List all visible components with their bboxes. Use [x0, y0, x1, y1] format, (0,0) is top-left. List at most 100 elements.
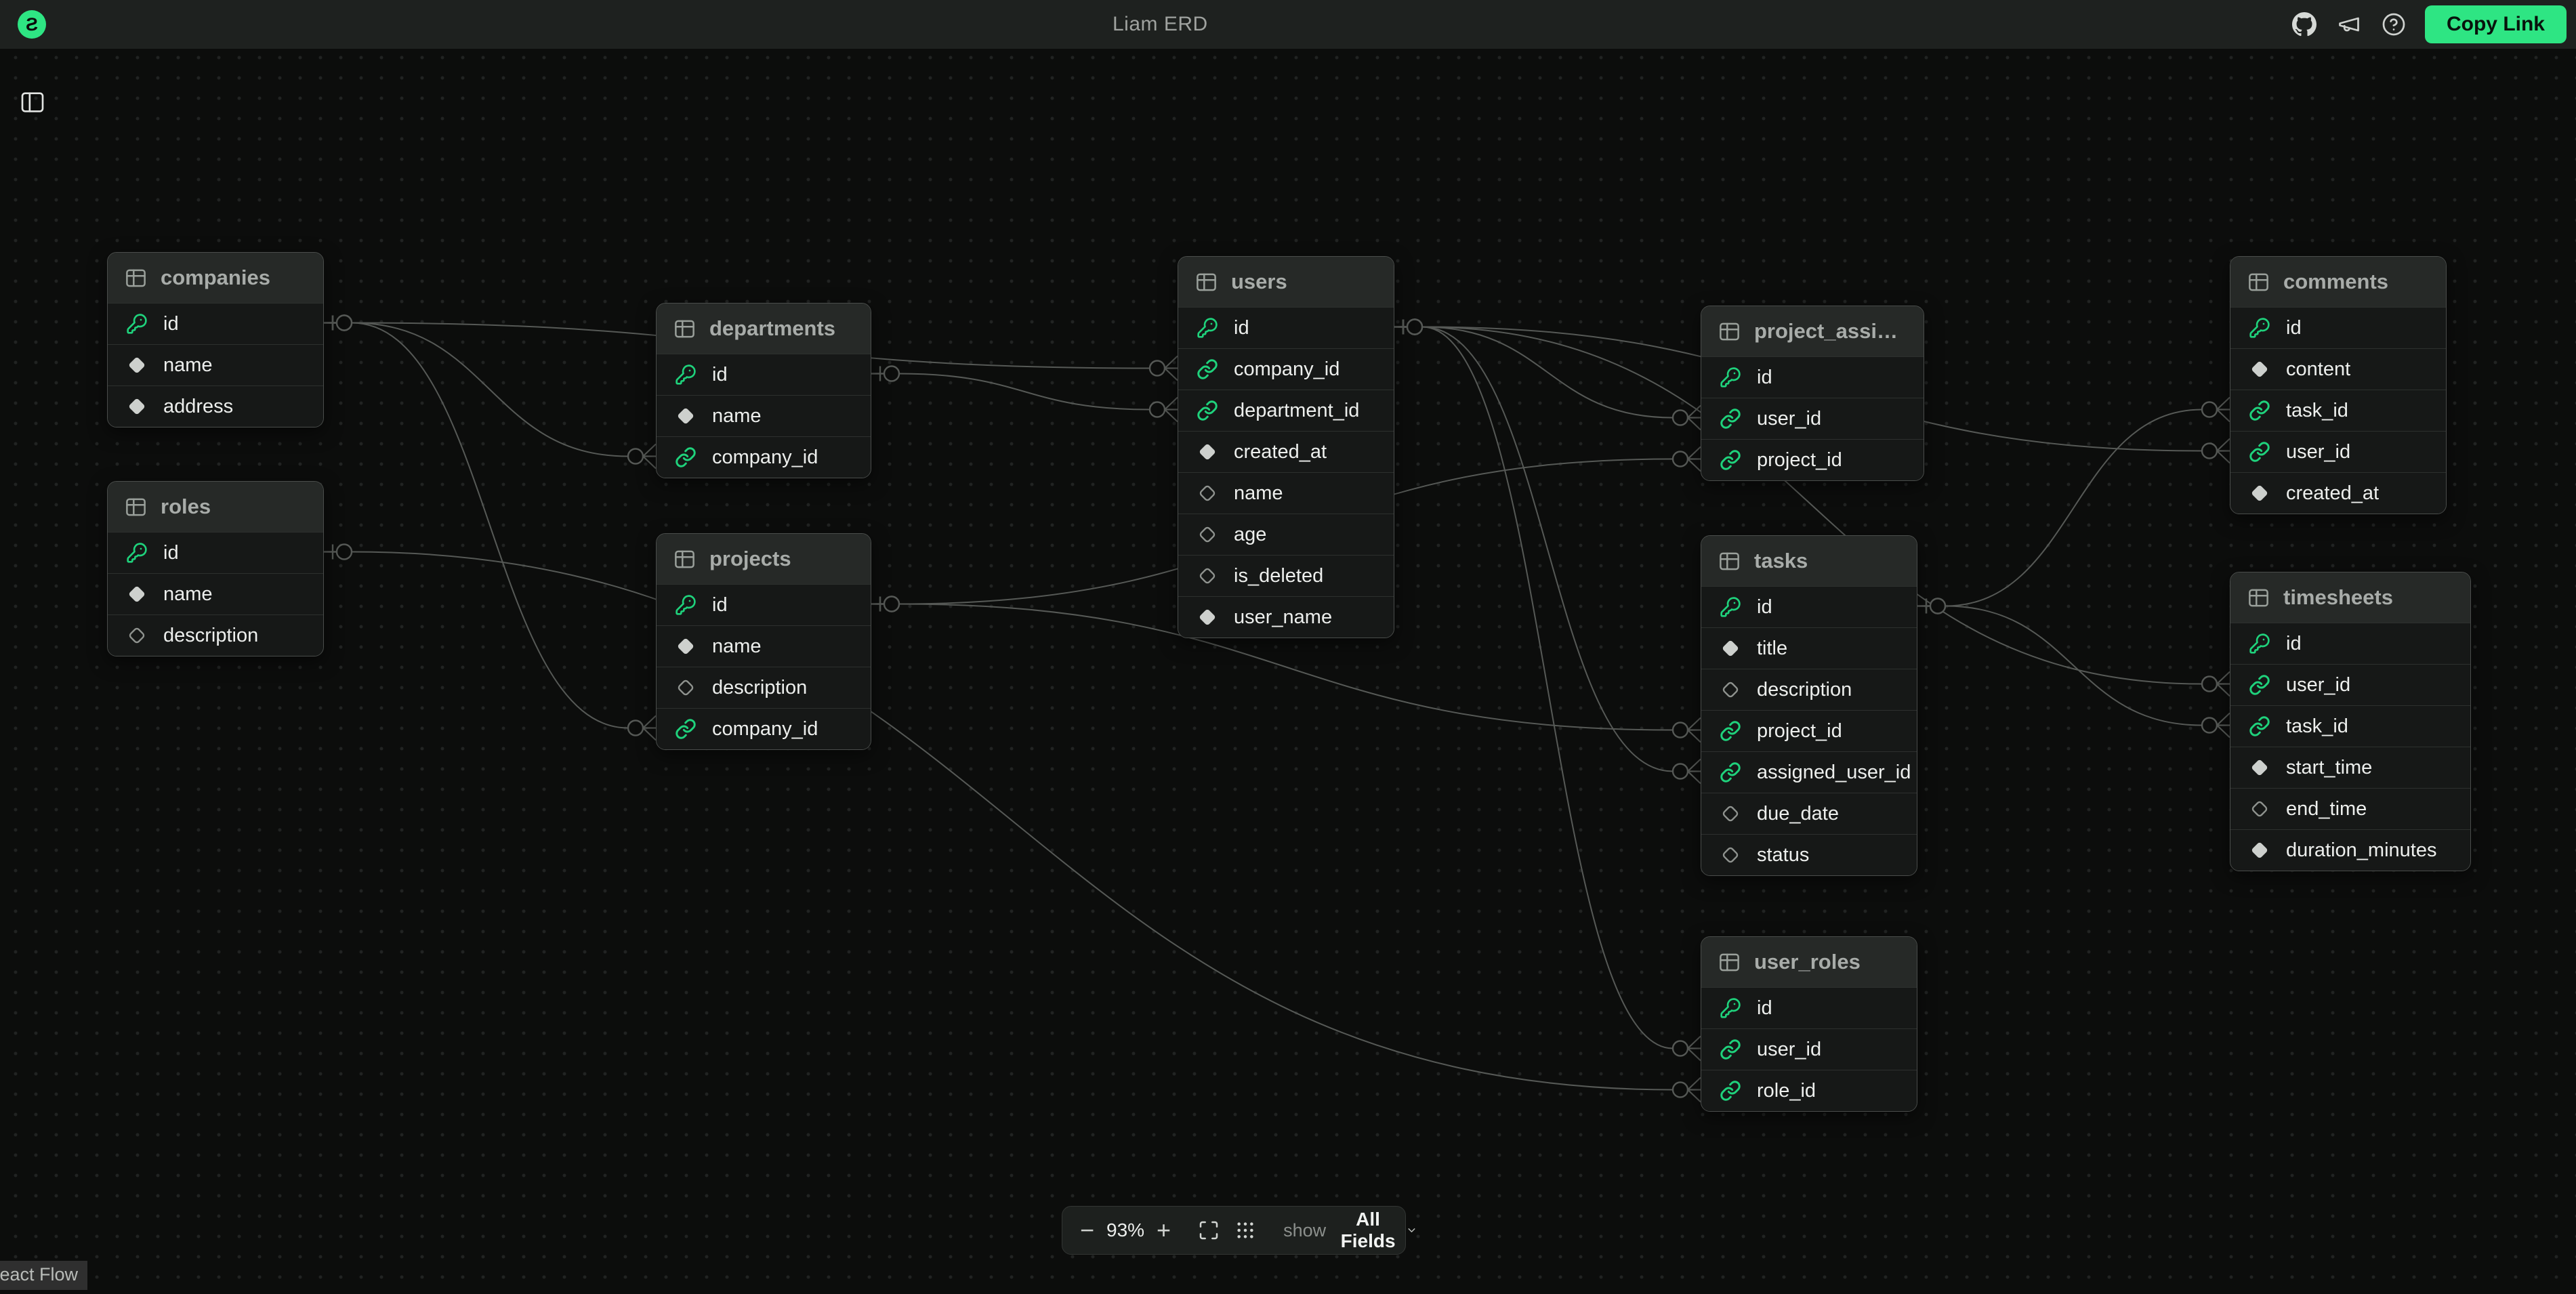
field-row-roles-name[interactable]: name — [108, 573, 323, 614]
field-row-departments-name[interactable]: name — [657, 395, 871, 436]
table-title: comments — [2283, 270, 2388, 294]
table-node-roles[interactable]: rolesidnamedescription — [107, 481, 324, 656]
table-header[interactable]: tasks — [1701, 536, 1917, 586]
table-header[interactable]: comments — [2230, 257, 2446, 307]
table-header[interactable]: user_roles — [1701, 937, 1917, 987]
field-label: status — [1757, 844, 1809, 867]
field-label: start_time — [2286, 757, 2372, 779]
field-row-tasks-id[interactable]: id — [1701, 586, 1917, 627]
field-row-tasks-project_id[interactable]: project_id — [1701, 710, 1917, 751]
table-header[interactable]: users — [1178, 257, 1394, 307]
field-row-timesheets-start_time[interactable]: start_time — [2230, 747, 2470, 788]
field-row-user_roles-user_id[interactable]: user_id — [1701, 1028, 1917, 1070]
field-row-tasks-due_date[interactable]: due_date — [1701, 793, 1917, 834]
field-row-comments-id[interactable]: id — [2230, 307, 2446, 348]
field-row-projects-description[interactable]: description — [657, 667, 871, 708]
table-node-departments[interactable]: departments idnamecompany_id — [656, 303, 871, 478]
liam-logo[interactable]: Ƨ — [18, 10, 46, 39]
diamond-filled-icon — [1720, 638, 1741, 659]
table-header[interactable]: companies — [108, 253, 323, 303]
react-flow-attribution[interactable]: React Flow — [0, 1261, 87, 1290]
field-row-project_assignments-user_id[interactable]: user_id — [1701, 398, 1924, 439]
copy-link-button[interactable]: Copy Link — [2425, 5, 2567, 43]
field-row-comments-task_id[interactable]: task_id — [2230, 390, 2446, 431]
zoom-out-button[interactable]: − — [1080, 1217, 1094, 1244]
field-label: id — [163, 313, 179, 335]
diamond-outline-icon — [1720, 844, 1741, 866]
table-icon — [1718, 549, 1741, 573]
field-label: role_id — [1757, 1080, 1816, 1102]
table-title: departments — [709, 316, 835, 341]
table-node-tasks[interactable]: tasksidtitledescriptionproject_idassigne… — [1701, 535, 1917, 876]
field-row-users-name[interactable]: name — [1178, 472, 1394, 514]
field-row-comments-user_id[interactable]: user_id — [2230, 431, 2446, 472]
field-row-projects-name[interactable]: name — [657, 625, 871, 667]
field-row-users-is_deleted[interactable]: is_deleted — [1178, 555, 1394, 596]
field-row-comments-created_at[interactable]: created_at — [2230, 472, 2446, 514]
announcements-button[interactable] — [2335, 11, 2363, 38]
table-header[interactable]: roles — [108, 482, 323, 532]
fields-filter-dropdown[interactable]: All Fields — [1338, 1209, 1417, 1252]
app-header: Ƨ Liam ERD Copy Link — [0, 0, 2576, 49]
github-button[interactable] — [2291, 11, 2318, 38]
erd-canvas[interactable]: companiesidnameaddressrolesidnamedescrip… — [0, 0, 2576, 1294]
field-row-users-id[interactable]: id — [1178, 307, 1394, 348]
field-row-companies-address[interactable]: address — [108, 385, 323, 427]
field-label: is_deleted — [1234, 565, 1323, 587]
diamond-filled-icon — [675, 635, 697, 657]
table-node-user_roles[interactable]: user_rolesiduser_id role_id — [1701, 936, 1917, 1112]
field-row-timesheets-duration_minutes[interactable]: duration_minutes — [2230, 829, 2470, 871]
table-node-project_assignments[interactable]: project_assignmentsiduser_idproject_id — [1701, 306, 1924, 481]
table-title: user_roles — [1754, 950, 1861, 974]
field-row-timesheets-task_id[interactable]: task_id — [2230, 705, 2470, 747]
field-row-timesheets-end_time[interactable]: end_time — [2230, 788, 2470, 829]
field-row-users-created_at[interactable]: created_at — [1178, 431, 1394, 472]
link-icon — [2249, 674, 2270, 696]
table-header[interactable]: project_assignments — [1701, 306, 1924, 356]
field-label: created_at — [2286, 482, 2379, 505]
field-row-users-company_id[interactable]: company_id — [1178, 348, 1394, 390]
field-label: name — [1234, 482, 1283, 505]
field-row-timesheets-user_id[interactable]: user_id — [2230, 664, 2470, 705]
field-row-projects-id[interactable]: id — [657, 584, 871, 625]
field-row-roles-description[interactable]: description — [108, 614, 323, 656]
field-row-timesheets-id[interactable]: id — [2230, 623, 2470, 664]
table-title: timesheets — [2283, 585, 2393, 610]
field-label: user_id — [2286, 441, 2350, 463]
field-row-departments-id[interactable]: id — [657, 354, 871, 395]
zoom-in-button[interactable]: + — [1157, 1217, 1171, 1244]
table-node-users[interactable]: usersidcompany_iddepartment_idcreated_at… — [1178, 256, 1394, 638]
table-node-timesheets[interactable]: timesheets iduser_idtask_id start_time end_… — [2230, 572, 2471, 871]
field-row-user_roles-role_id[interactable]: role_id — [1701, 1070, 1917, 1111]
table-node-projects[interactable]: projectsidnamedescriptioncompany_id — [656, 533, 871, 750]
field-row-project_assignments-project_id[interactable]: project_id — [1701, 439, 1924, 480]
field-row-companies-name[interactable]: name — [108, 344, 323, 385]
field-row-roles-id[interactable]: id — [108, 532, 323, 573]
field-row-comments-content[interactable]: content — [2230, 348, 2446, 390]
table-node-comments[interactable]: comments idcontenttask_id user_id created_a… — [2230, 256, 2447, 514]
diamond-outline-icon — [1720, 679, 1741, 701]
table-node-companies[interactable]: companies id nameaddress — [107, 252, 324, 427]
field-row-departments-company_id[interactable]: company_id — [657, 436, 871, 478]
key-icon — [2249, 317, 2270, 339]
field-row-users-age[interactable]: age — [1178, 514, 1394, 555]
field-row-tasks-title[interactable]: title — [1701, 627, 1917, 669]
field-row-users-department_id[interactable]: department_id — [1178, 390, 1394, 431]
field-row-user_roles-id[interactable]: id — [1701, 987, 1917, 1028]
field-label: user_name — [1234, 606, 1332, 629]
help-button[interactable] — [2380, 11, 2407, 38]
field-row-tasks-description[interactable]: description — [1701, 669, 1917, 710]
field-row-tasks-assigned_user_id[interactable]: assigned_user_id — [1701, 751, 1917, 793]
fit-view-button[interactable] — [1198, 1219, 1220, 1241]
field-row-projects-company_id[interactable]: company_id — [657, 708, 871, 749]
help-icon — [2382, 12, 2406, 37]
field-row-users-user_name[interactable]: user_name — [1178, 596, 1394, 638]
table-header[interactable]: timesheets — [2230, 572, 2470, 623]
field-row-project_assignments-id[interactable]: id — [1701, 356, 1924, 398]
sidebar-toggle-button[interactable] — [15, 87, 50, 119]
field-row-companies-id[interactable]: id — [108, 303, 323, 344]
field-row-tasks-status[interactable]: status — [1701, 834, 1917, 875]
table-header[interactable]: departments — [657, 304, 871, 354]
table-header[interactable]: projects — [657, 534, 871, 584]
tidy-up-button[interactable] — [1234, 1219, 1256, 1241]
